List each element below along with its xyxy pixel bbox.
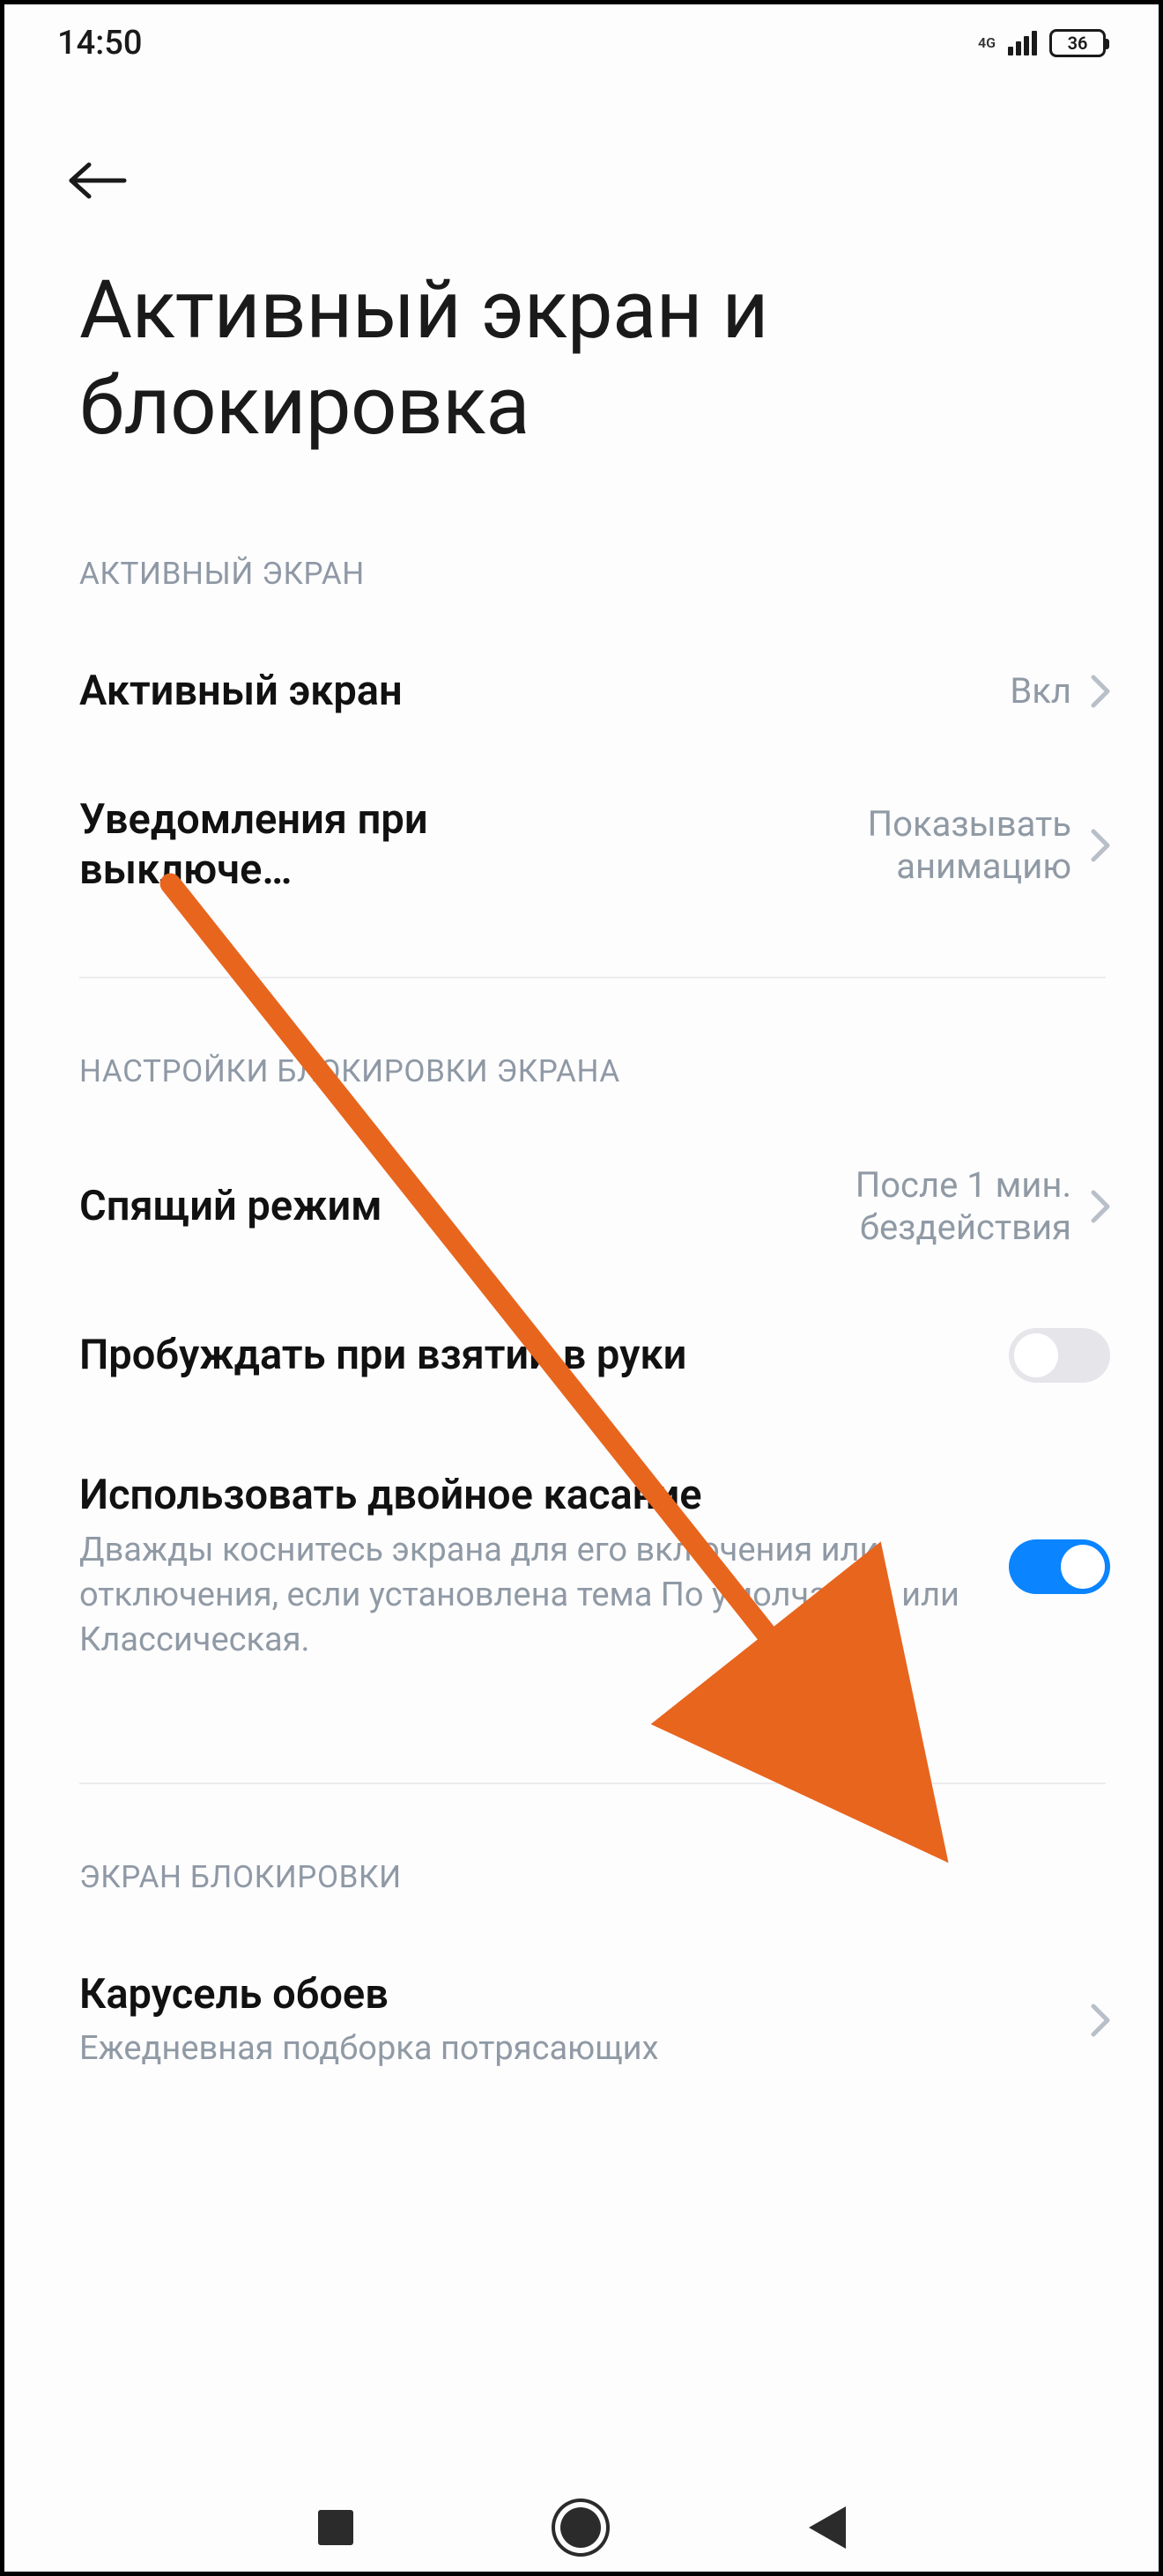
row-desc-double-tap: Дважды коснитесь экрана для его включени… bbox=[79, 1528, 974, 1664]
network-4g-label: 4G bbox=[978, 36, 996, 50]
nav-home-button[interactable] bbox=[560, 2507, 601, 2548]
row-title-notifications-off: Уведомления при выключе… bbox=[79, 795, 493, 895]
row-active-display[interactable]: Активный экран Вкл bbox=[4, 627, 1159, 756]
row-sleep-mode[interactable]: Спящий режим После 1 мин. бездействия bbox=[4, 1125, 1159, 1288]
status-bar: 14:50 4G 36 bbox=[4, 4, 1159, 80]
chevron-right-icon bbox=[1091, 675, 1110, 708]
nav-back-button[interactable] bbox=[809, 2506, 846, 2549]
row-title-double-tap: Использовать двойное касание bbox=[79, 1471, 974, 1520]
row-raise-to-wake[interactable]: Пробуждать при взятии в руки bbox=[4, 1288, 1159, 1422]
row-title-wallpaper-carousel: Карусель обоев bbox=[79, 1970, 1056, 2019]
row-value-sleep-mode: После 1 мин. бездействия bbox=[693, 1164, 1071, 1249]
status-time: 14:50 bbox=[57, 24, 142, 63]
chevron-right-icon bbox=[1091, 829, 1110, 862]
chevron-right-icon bbox=[1091, 1190, 1110, 1223]
row-title-sleep-mode: Спящий режим bbox=[79, 1182, 657, 1231]
row-desc-wallpaper-carousel: Ежедневная подборка потрясающих bbox=[79, 2026, 1056, 2071]
row-title-raise-to-wake: Пробуждать при взятии в руки bbox=[79, 1331, 974, 1380]
android-nav-bar bbox=[4, 2506, 1159, 2549]
chevron-right-icon bbox=[1091, 2004, 1110, 2037]
page-title: Активный экран и блокировка bbox=[4, 228, 1159, 481]
row-value-notifications-off: Показывать анимацию bbox=[693, 803, 1071, 888]
row-title-active-display: Активный экран bbox=[79, 667, 974, 716]
network-indicator: 4G bbox=[978, 36, 996, 50]
row-double-tap[interactable]: Использовать двойное касание Дважды косн… bbox=[4, 1422, 1159, 1702]
row-notifications-off[interactable]: Уведомления при выключе… Показывать аним… bbox=[4, 756, 1159, 934]
battery-icon: 36 bbox=[1049, 29, 1106, 57]
row-wallpaper-carousel[interactable]: Карусель обоев Ежедневная подборка потря… bbox=[4, 1930, 1159, 2112]
signal-icon bbox=[1008, 31, 1037, 55]
battery-level: 36 bbox=[1068, 33, 1088, 54]
back-button[interactable] bbox=[66, 159, 1097, 202]
section-header-active-display: АКТИВНЫЙ ЭКРАН bbox=[4, 481, 1159, 627]
status-right: 4G 36 bbox=[978, 29, 1106, 57]
toggle-double-tap[interactable] bbox=[1009, 1539, 1110, 1594]
nav-recent-button[interactable] bbox=[318, 2510, 353, 2545]
row-value-active-display: Вкл bbox=[1010, 670, 1071, 712]
section-header-lock-settings: НАСТРОЙКИ БЛОКИРОВКИ ЭКРАНА bbox=[4, 978, 1159, 1125]
toggle-raise-to-wake[interactable] bbox=[1009, 1328, 1110, 1383]
section-header-lock-screen: ЭКРАН БЛОКИРОВКИ bbox=[4, 1784, 1159, 1930]
